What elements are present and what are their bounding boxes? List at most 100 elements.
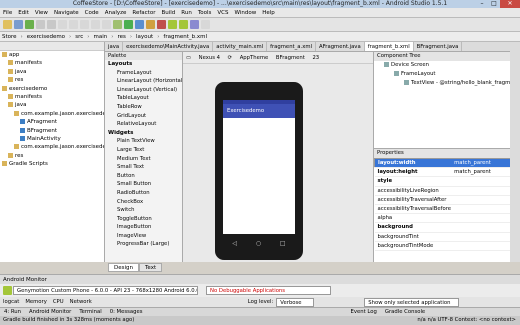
- palette-section-header[interactable]: Widgets: [105, 129, 182, 138]
- project-tree-item[interactable]: BFragment: [0, 127, 104, 135]
- editor-tab[interactable]: java: [105, 42, 124, 51]
- palette-item[interactable]: LinearLayout (Horizontal): [105, 77, 182, 86]
- cut-icon[interactable]: [58, 20, 67, 29]
- menu-help[interactable]: Help: [259, 8, 278, 18]
- logcat-tab[interactable]: logcat: [0, 297, 22, 307]
- menu-vcs[interactable]: VCS: [214, 8, 231, 18]
- cpu-tab[interactable]: CPU: [50, 297, 67, 307]
- filter-dropdown[interactable]: Show only selected application: [364, 297, 460, 307]
- log-level-dropdown[interactable]: Verbose: [276, 297, 315, 307]
- property-value[interactable]: [451, 213, 514, 224]
- replace-icon[interactable]: [102, 20, 111, 29]
- orientation-icon[interactable]: ⟳: [225, 55, 235, 61]
- fragment-selector[interactable]: BFragment: [273, 55, 308, 61]
- breadcrumb-item[interactable]: src: [73, 32, 85, 42]
- help-icon[interactable]: [201, 20, 210, 29]
- property-row[interactable]: layout:height match_parent: [374, 167, 514, 178]
- copy-icon[interactable]: [69, 20, 78, 29]
- avd-manager-icon[interactable]: [168, 20, 177, 29]
- property-value[interactable]: match_parent: [451, 158, 514, 169]
- bottom-tab[interactable]: 4: Run: [0, 309, 25, 315]
- breadcrumb-item[interactable]: Store: [0, 32, 19, 42]
- bottom-tab[interactable]: Android Monitor: [25, 309, 75, 315]
- palette-item[interactable]: Plain TextView: [105, 137, 182, 146]
- undo-icon[interactable]: [36, 20, 45, 29]
- project-tree-item[interactable]: java: [0, 101, 104, 109]
- property-row[interactable]: accessibilityTraversalAfter: [374, 195, 514, 205]
- tab-text[interactable]: Text: [139, 263, 163, 272]
- bottom-tab[interactable]: Event Log: [347, 309, 381, 315]
- build-icon[interactable]: [113, 20, 122, 29]
- menu-run[interactable]: Run: [178, 8, 195, 18]
- stop-icon[interactable]: [157, 20, 166, 29]
- paste-icon[interactable]: [80, 20, 89, 29]
- palette-item[interactable]: ToggleButton: [105, 215, 182, 224]
- sync-icon[interactable]: [25, 20, 34, 29]
- menu-analyze[interactable]: Analyze: [102, 8, 130, 18]
- run-icon[interactable]: [124, 20, 133, 29]
- bottom-tab[interactable]: 0: Messages: [106, 309, 147, 315]
- palette-item[interactable]: RadioButton: [105, 189, 182, 198]
- memory-tab[interactable]: Memory: [22, 297, 50, 307]
- breadcrumb-item[interactable]: exercisedemo: [25, 32, 67, 42]
- palette-item[interactable]: RelativeLayout: [105, 120, 182, 129]
- menu-navigate[interactable]: Navigate: [51, 8, 82, 18]
- monitor-icon[interactable]: [190, 20, 199, 29]
- editor-tab[interactable]: activity_main.xml: [213, 42, 268, 51]
- menu-build[interactable]: Build: [158, 8, 178, 18]
- theme-selector[interactable]: AppTheme: [237, 55, 272, 61]
- palette-item[interactable]: ProgressBar (Large): [105, 240, 182, 249]
- minimize-icon[interactable]: –: [476, 0, 488, 8]
- palette-item[interactable]: ImageView: [105, 232, 182, 241]
- close-icon[interactable]: ✕: [500, 0, 520, 8]
- project-tree-item[interactable]: AFragment: [0, 118, 104, 126]
- property-row[interactable]: alpha: [374, 213, 514, 224]
- component-tree-item[interactable]: FrameLayout: [374, 70, 520, 79]
- property-row[interactable]: background: [374, 222, 514, 233]
- project-tree-item[interactable]: MainActivity: [0, 135, 104, 143]
- find-icon[interactable]: [91, 20, 100, 29]
- device-screen[interactable]: Exercisedemo: [223, 100, 295, 234]
- property-row[interactable]: accessibilityLiveRegion: [374, 186, 514, 196]
- component-tree-item[interactable]: TextView - @string/hello_blank_fragment: [374, 79, 520, 88]
- menu-edit[interactable]: Edit: [15, 8, 32, 18]
- device-icon[interactable]: ▭: [183, 55, 194, 61]
- menu-code[interactable]: Code: [82, 8, 102, 18]
- palette-item[interactable]: GridLayout: [105, 112, 182, 121]
- menu-refactor[interactable]: Refactor: [129, 8, 158, 18]
- debug-icon[interactable]: [135, 20, 144, 29]
- property-row[interactable]: accessibilityTraversalBefore: [374, 204, 514, 215]
- maximize-icon[interactable]: □: [488, 0, 500, 8]
- palette-section-header[interactable]: Layouts: [105, 60, 182, 69]
- property-value[interactable]: [451, 195, 514, 205]
- palette-item[interactable]: ImageButton: [105, 223, 182, 232]
- palette-item[interactable]: LinearLayout (Vertical): [105, 86, 182, 95]
- design-canvas[interactable]: ▭ Nexus 4 ⟳ AppTheme BFragment 23 Exerci…: [183, 52, 373, 262]
- breadcrumb-item[interactable]: main: [91, 32, 109, 42]
- project-tree-item[interactable]: java: [0, 68, 104, 76]
- process-dropdown[interactable]: No Debuggable Applications: [206, 286, 331, 295]
- device-selector[interactable]: Nexus 4: [196, 55, 223, 61]
- breadcrumb-item[interactable]: res: [115, 32, 127, 42]
- project-tree-item[interactable]: com.example.jason.exercisedemo: [0, 143, 104, 151]
- editor-tab[interactable]: exercisedemo\MainActivity.java: [123, 42, 214, 51]
- save-icon[interactable]: [14, 20, 23, 29]
- editor-tab[interactable]: BFragment.java: [414, 42, 463, 51]
- network-tab[interactable]: Network: [67, 297, 95, 307]
- menu-file[interactable]: File: [0, 8, 15, 18]
- sdk-manager-icon[interactable]: [179, 20, 188, 29]
- property-value[interactable]: [451, 241, 514, 251]
- project-tree-item[interactable]: manifests: [0, 59, 104, 67]
- breadcrumb-item[interactable]: layout: [134, 32, 155, 42]
- bottom-tab[interactable]: Gradle Console: [381, 309, 429, 315]
- property-row[interactable]: backgroundTint: [374, 232, 514, 242]
- palette-item[interactable]: TableRow: [105, 103, 182, 112]
- editor-tab[interactable]: AFragment.java: [316, 42, 365, 51]
- editor-tab[interactable]: fragment_b.xml: [364, 42, 414, 51]
- breadcrumb-item[interactable]: fragment_b.xml: [161, 32, 209, 42]
- attach-debugger-icon[interactable]: [146, 20, 155, 29]
- project-tree-item[interactable]: res: [0, 76, 104, 84]
- tab-design[interactable]: Design: [108, 263, 139, 272]
- property-value[interactable]: [451, 176, 514, 187]
- menu-view[interactable]: View: [32, 8, 51, 18]
